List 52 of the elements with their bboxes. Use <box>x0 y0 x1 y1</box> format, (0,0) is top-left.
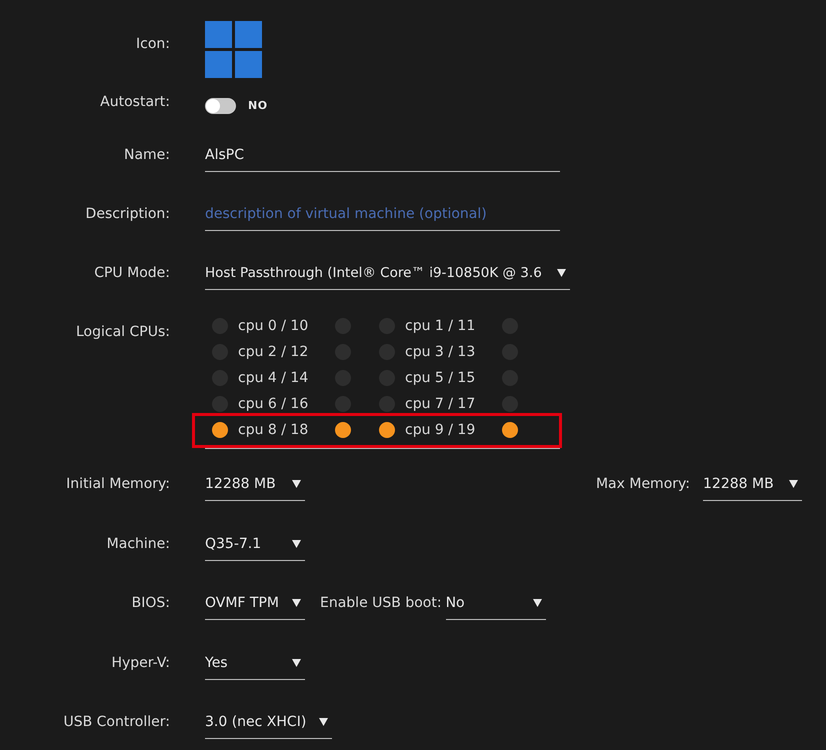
field-label: Logical CPUs: <box>76 323 170 342</box>
caret-icon <box>292 480 301 488</box>
description-field[interactable]: description of virtual machine (optional) <box>205 204 560 231</box>
cpu-checkbox[interactable] <box>212 396 228 412</box>
caret-icon <box>292 540 301 548</box>
caret-icon <box>789 480 798 488</box>
caret-icon <box>532 599 542 607</box>
cpu-checkbox[interactable] <box>502 422 518 438</box>
field-label: Hyper-V: <box>111 654 170 673</box>
cpu-checkbox[interactable] <box>335 422 351 438</box>
cpu-checkbox[interactable] <box>379 422 395 438</box>
cpu-label: cpu 3 / 13 <box>404 343 476 362</box>
cpu-mode-select[interactable]: Host Passthrough (Intel® Core™ i9-10850K @ 3.6 <box>205 263 570 290</box>
field-label: USB Controller: <box>63 713 170 732</box>
tile-grid-icon <box>205 21 262 78</box>
field-label: Autostart: <box>100 93 170 112</box>
field-label: Name: <box>124 146 170 165</box>
caret-icon <box>319 718 328 726</box>
usb-controller-select[interactable]: 3.0 (nec XHCI) <box>205 712 332 739</box>
cpu-checkbox[interactable] <box>335 396 351 412</box>
field-label: Icon: <box>136 35 170 54</box>
usb-boot-select[interactable]: No <box>446 593 546 620</box>
cpu-label: cpu 4 / 14 <box>237 369 310 388</box>
field-label: BIOS: <box>132 594 170 613</box>
cpu-checkbox[interactable] <box>379 396 395 412</box>
field-label: Machine: <box>106 535 170 554</box>
hyper-v-select[interactable]: Yes <box>205 653 305 680</box>
cpu-checkbox[interactable] <box>502 396 518 412</box>
cpu-label: cpu 6 / 16 <box>237 395 310 414</box>
toggle-state-text: NO <box>248 98 268 114</box>
autostart-toggle[interactable] <box>205 98 236 114</box>
field-label: Max Memory: <box>596 475 690 494</box>
initial-memory-select[interactable]: 12288 MB <box>205 474 305 501</box>
cpu-label: cpu 1 / 11 <box>404 317 476 336</box>
field-label: Initial Memory: <box>66 475 170 494</box>
bios-select[interactable]: OVMF TPM <box>205 593 305 620</box>
cpu-label: cpu 2 / 12 <box>237 343 310 362</box>
field-label: Enable USB boot: <box>320 594 442 613</box>
cpu-checkbox[interactable] <box>212 422 228 438</box>
name-field[interactable]: AlsPC <box>205 145 560 172</box>
field-label: Description: <box>86 205 170 224</box>
cpu-label: cpu 7 / 17 <box>404 395 476 414</box>
cpu-label: cpu 0 / 10 <box>237 317 310 336</box>
max-memory-select[interactable]: 12288 MB <box>703 474 802 501</box>
machine-select[interactable]: Q35-7.1 <box>205 534 305 561</box>
cpu-label: cpu 8 / 18 <box>237 421 310 440</box>
caret-icon <box>292 599 301 607</box>
caret-icon <box>557 269 566 277</box>
field-label: CPU Mode: <box>94 264 170 283</box>
cpu-label: cpu 9 / 19 <box>404 421 476 440</box>
caret-icon <box>292 659 301 667</box>
cpu-label: cpu 5 / 15 <box>404 369 476 388</box>
